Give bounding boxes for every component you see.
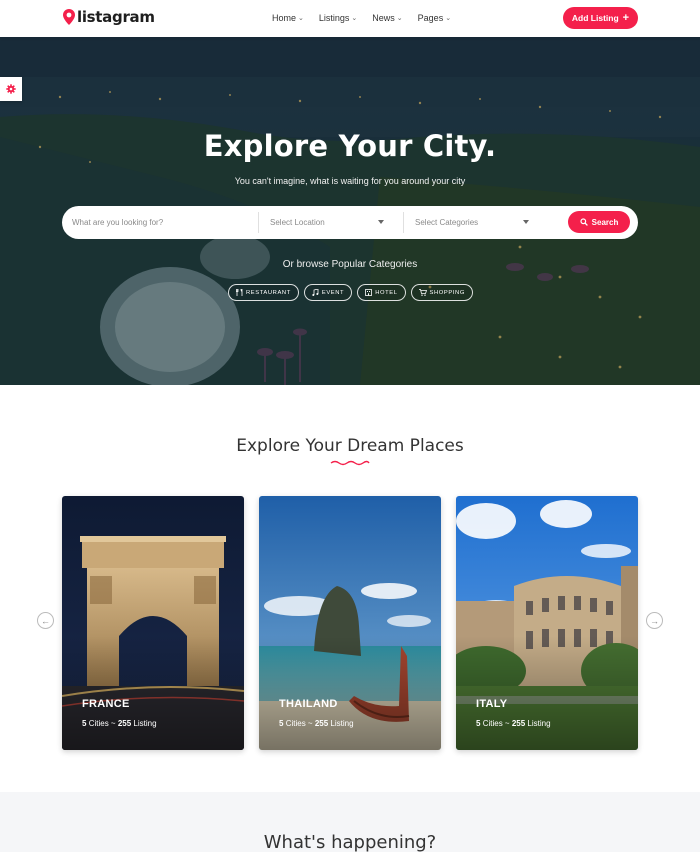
- logo-text: listagram: [77, 8, 155, 26]
- happening-section: What's happening?: [0, 792, 700, 853]
- nav-item-label: Listings: [318, 13, 350, 23]
- category-pill-label: SHOPPING: [429, 289, 465, 296]
- cities-label: Cities ~: [285, 719, 313, 728]
- card-title: ITALY: [476, 698, 508, 710]
- settings-tab[interactable]: [0, 77, 22, 101]
- plus-icon: +: [622, 11, 630, 24]
- card-overlay: [62, 496, 244, 750]
- card-meta: 5 Cities ~ 255 Listing: [82, 719, 157, 728]
- nav-item-news[interactable]: News ⌄: [372, 13, 402, 23]
- site-header: listagram Home ⌄ Listings ⌄ News ⌄ Pages ⌄ A…: [0, 0, 700, 37]
- listings-count: 255: [314, 719, 329, 728]
- cities-count: 5: [279, 719, 284, 728]
- cities-label: Cities ~: [88, 719, 116, 728]
- nav-item-home[interactable]: Home ⌄: [272, 13, 304, 23]
- listings-label: Listing: [133, 719, 157, 728]
- nav-item-label: Pages: [417, 13, 444, 23]
- cities-count: 5: [82, 719, 87, 728]
- category-pill-shopping[interactable]: SHOPPING: [410, 284, 473, 301]
- listings-count: 255: [511, 719, 526, 728]
- chevron-down-icon: ⌄: [445, 15, 452, 22]
- listings-label: Listing: [527, 719, 551, 728]
- main-nav: Home ⌄ Listings ⌄ News ⌄ Pages ⌄: [272, 13, 466, 23]
- search-icon: [580, 218, 588, 226]
- add-listing-button[interactable]: Add Listing +: [563, 7, 638, 29]
- cities-label: Cities ~: [482, 719, 510, 728]
- nav-item-pages[interactable]: Pages ⌄: [418, 13, 451, 23]
- cart-icon: [418, 289, 427, 296]
- music-icon: [312, 289, 319, 296]
- chevron-down-icon: ⌄: [396, 15, 403, 22]
- listings-label: Listing: [330, 719, 354, 728]
- logo[interactable]: listagram: [62, 8, 155, 26]
- location-select-value: Select Location: [270, 218, 325, 227]
- place-card-france[interactable]: FRANCE 5 Cities ~ 255 Listing: [62, 496, 244, 750]
- search-button[interactable]: Search: [568, 211, 630, 233]
- hotel-icon: [365, 289, 373, 296]
- category-pill-label: HOTEL: [375, 289, 398, 296]
- chevron-down-icon: ⌄: [351, 15, 358, 22]
- carousel-next-button[interactable]: →: [646, 612, 663, 629]
- section-title-happening: What's happening?: [263, 832, 437, 853]
- title-underline-wave: [330, 460, 370, 466]
- place-card-thailand[interactable]: THAILAND 5 Cities ~ 255 Listing: [259, 496, 441, 750]
- card-meta: 5 Cities ~ 255 Listing: [476, 719, 551, 728]
- caret-down-icon: [378, 220, 384, 224]
- hero-title: Explore Your City.: [203, 129, 497, 163]
- hero-subtitle: You can't imagine, what is waiting for y…: [234, 176, 466, 186]
- section-title-places: Explore Your Dream Places: [236, 436, 464, 456]
- card-overlay: [259, 496, 441, 750]
- card-meta: 5 Cities ~ 255 Listing: [279, 719, 354, 728]
- listings-count: 255: [117, 719, 132, 728]
- card-overlay: [456, 496, 638, 750]
- search-button-label: Search: [591, 217, 619, 227]
- chevron-down-icon: ⌄: [298, 15, 304, 22]
- category-select[interactable]: Select Categories: [415, 206, 529, 239]
- restaurant-icon: [236, 289, 243, 296]
- browse-categories-label: Or browse Popular Categories: [282, 259, 418, 270]
- card-title: FRANCE: [82, 698, 130, 710]
- category-pill-label: EVENT: [321, 289, 345, 296]
- carousel-prev-button[interactable]: ←: [37, 612, 54, 629]
- category-pill-hotel[interactable]: HOTEL: [357, 284, 406, 301]
- add-listing-label: Add Listing: [571, 13, 619, 23]
- popular-categories: RESTAURANT EVENT HOTEL SHOPPING: [228, 284, 473, 301]
- nav-item-listings[interactable]: Listings ⌄: [319, 13, 357, 23]
- category-pill-label: RESTAURANT: [246, 289, 291, 296]
- category-select-value: Select Categories: [415, 218, 479, 227]
- gear-icon: [6, 84, 16, 94]
- category-pill-restaurant[interactable]: RESTAURANT: [228, 284, 299, 301]
- map-pin-icon: [63, 9, 75, 25]
- category-pill-event[interactable]: EVENT: [303, 284, 353, 301]
- nav-item-label: Home: [272, 13, 297, 23]
- card-title: THAILAND: [279, 698, 338, 710]
- arrow-left-icon: ←: [41, 615, 50, 626]
- divider: [403, 212, 404, 233]
- search-input[interactable]: [62, 206, 258, 239]
- caret-down-icon: [523, 220, 529, 224]
- cities-count: 5: [476, 719, 481, 728]
- hero-banner: Explore Your City. You can't imagine, wh…: [0, 37, 700, 385]
- search-bar: Select Location Select Categories Search: [62, 206, 638, 239]
- divider: [258, 212, 259, 233]
- nav-item-label: News: [372, 13, 395, 23]
- arrow-right-icon: →: [650, 615, 659, 626]
- place-card-italy[interactable]: ITALY 5 Cities ~ 255 Listing: [456, 496, 638, 750]
- location-select[interactable]: Select Location: [270, 206, 384, 239]
